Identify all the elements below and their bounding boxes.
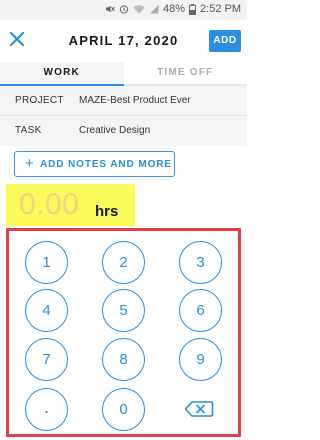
project-label: PROJECT — [15, 95, 64, 106]
mute-icon — [106, 5, 115, 13]
key-4[interactable]: 4 — [25, 289, 68, 332]
wifi-icon — [133, 5, 145, 14]
project-value: MAZE-Best Product Ever — [79, 95, 191, 106]
key-6[interactable]: 6 — [179, 289, 222, 332]
key-3[interactable]: 3 — [179, 241, 222, 284]
tab-bar: WORK TIME OFF — [0, 62, 247, 86]
key-2[interactable]: 2 — [102, 241, 145, 284]
tab-work[interactable]: WORK — [0, 62, 124, 86]
hours-value: 0.00 — [19, 188, 80, 221]
key-decimal[interactable]: . — [25, 388, 68, 431]
key-9[interactable]: 9 — [179, 338, 222, 381]
project-row[interactable]: PROJECT MAZE-Best Product Ever — [0, 86, 247, 116]
add-notes-button[interactable]: + ADD NOTES AND MORE — [14, 151, 175, 177]
entry-details: PROJECT MAZE-Best Product Ever TASK Crea… — [0, 86, 247, 146]
add-notes-label: ADD NOTES AND MORE — [40, 159, 172, 170]
key-8[interactable]: 8 — [102, 338, 145, 381]
task-row[interactable]: TASK Creative Design — [0, 116, 247, 146]
task-value: Creative Design — [79, 125, 151, 136]
key-5[interactable]: 5 — [102, 289, 145, 332]
tab-time-off[interactable]: TIME OFF — [123, 62, 247, 86]
hours-unit: hrs — [95, 203, 119, 220]
task-label: TASK — [15, 125, 42, 136]
key-7[interactable]: 7 — [25, 338, 68, 381]
status-bar: 48% 2:52 PM — [0, 0, 247, 20]
status-icons: 48% 2:52 PM — [105, 3, 241, 15]
status-time: 2:52 PM — [200, 3, 241, 15]
backspace-icon[interactable] — [184, 400, 214, 418]
signal-icon — [150, 5, 159, 14]
key-1[interactable]: 1 — [25, 241, 68, 284]
alarm-icon — [119, 5, 129, 14]
app-header: APRIL 17, 2020 ADD — [0, 20, 247, 60]
key-0[interactable]: 0 — [102, 388, 145, 431]
battery-percent: 48% — [163, 3, 186, 15]
plus-icon: + — [25, 155, 34, 172]
battery-icon — [189, 3, 197, 15]
add-button[interactable]: ADD — [209, 30, 241, 52]
